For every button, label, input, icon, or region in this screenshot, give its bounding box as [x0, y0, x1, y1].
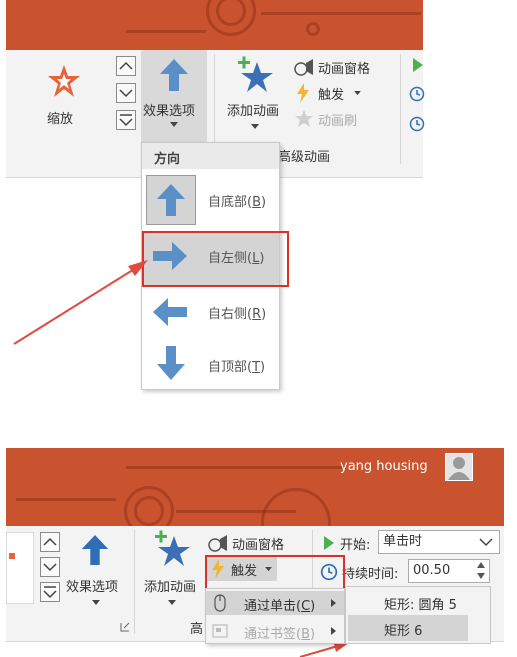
- spin-down-icon[interactable]: [477, 573, 485, 579]
- effect-options-button[interactable]: 效果选项: [64, 530, 128, 614]
- gallery-fragment: [9, 553, 15, 559]
- animation-pane-button[interactable]: 动画窗格: [206, 532, 306, 554]
- gallery-scroll-down-button[interactable]: [40, 557, 60, 577]
- item-text: 通过单击(: [244, 599, 302, 614]
- start-value: 单击时: [383, 534, 423, 549]
- chevron-down-icon: [168, 600, 176, 605]
- accelerator-key: C: [301, 599, 311, 614]
- chevron-right-icon: [331, 627, 336, 635]
- user-silhouette-icon: [448, 457, 470, 480]
- arrow-up-icon: [81, 534, 109, 566]
- user-name[interactable]: yang housing: [340, 459, 428, 474]
- bookmark-icon: [212, 624, 228, 638]
- dialog-launcher-icon[interactable]: [120, 622, 130, 632]
- submenu-item-label: 矩形 6: [384, 624, 423, 639]
- start-select[interactable]: 单击时: [378, 530, 500, 554]
- start-label: 开始:: [340, 538, 371, 553]
- ribbon-separator: [134, 530, 135, 634]
- item-text: 通过书签(: [244, 627, 302, 642]
- submenu-item-label: 矩形: 圆角 5: [384, 598, 457, 613]
- chevron-down-icon: [92, 600, 100, 605]
- gallery-scroll-up-button[interactable]: [40, 532, 60, 552]
- chevron-down-icon: [479, 538, 493, 547]
- duration-value: 00.50: [413, 563, 451, 578]
- circuit-decoration: [16, 498, 116, 501]
- item-suffix: ): [310, 627, 316, 642]
- trigger-item-on-bookmark: 通过书签(B): [206, 619, 344, 643]
- add-animation-label: 添加动画: [144, 580, 197, 595]
- circuit-decoration: [126, 466, 346, 469]
- trigger-item-on-bookmark-label: 通过书签(B): [244, 623, 315, 642]
- trigger-item-on-click[interactable]: 通过单击(C): [206, 591, 344, 615]
- trigger-dropdown: 通过单击(C) 通过书签(B): [205, 588, 345, 644]
- gallery-more-button[interactable]: [40, 582, 60, 602]
- animation-pane-icon: [208, 535, 227, 552]
- spin-up-icon[interactable]: [477, 562, 485, 568]
- accelerator-key: B: [301, 627, 310, 642]
- add-animation-star-icon: [155, 530, 190, 566]
- avatar[interactable]: [445, 453, 473, 481]
- submenu-item[interactable]: 矩形: 圆角 5: [348, 589, 488, 615]
- advanced-group-label-partial: 高: [190, 622, 204, 637]
- add-animation-button[interactable]: 添加动画: [140, 528, 204, 614]
- trigger-item-on-click-label: 通过单击(C): [244, 595, 315, 614]
- item-suffix: ): [310, 599, 316, 614]
- bottom-title-bar: yang housing: [6, 448, 504, 526]
- duration-label: 持续时间:: [342, 567, 399, 582]
- submenu-item-selected[interactable]: 矩形 6: [348, 615, 468, 641]
- circuit-decoration: [261, 488, 331, 526]
- start-play-icon: [324, 536, 334, 550]
- mouse-icon: [214, 594, 226, 612]
- circuit-decoration: [134, 496, 164, 526]
- animation-pane-label: 动画窗格: [232, 538, 285, 553]
- trigger-submenu: 矩形: 圆角 5 矩形 6: [345, 586, 491, 644]
- duration-input[interactable]: 00.50: [408, 559, 490, 583]
- effect-options-label: 效果选项: [66, 580, 119, 595]
- chevron-right-icon: [331, 599, 336, 607]
- effect-gallery: [6, 532, 34, 604]
